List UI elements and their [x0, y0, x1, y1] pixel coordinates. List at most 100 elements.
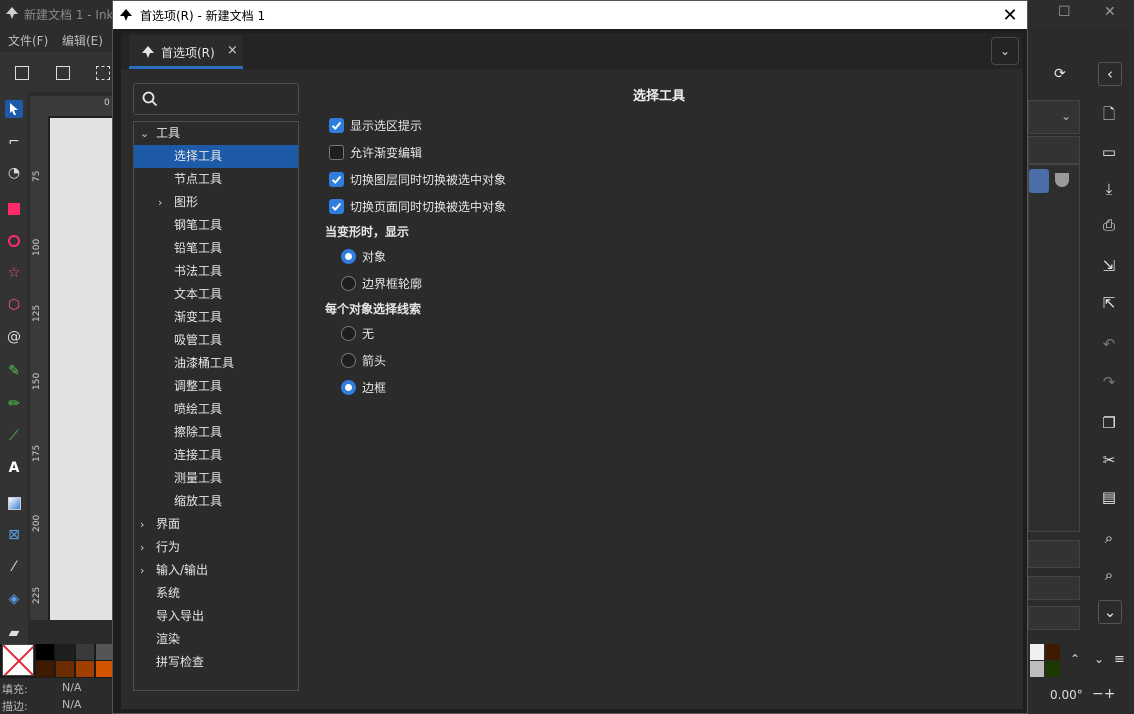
- chevron-right-icon[interactable]: ›: [140, 559, 152, 582]
- shield-icon[interactable]: [1055, 173, 1069, 187]
- tree-item[interactable]: 拼写检查: [134, 651, 298, 674]
- zoom-drawing-icon[interactable]: ⌕: [1098, 564, 1120, 586]
- 3d-box-tool-icon[interactable]: ⬡: [5, 296, 23, 314]
- tree-item[interactable]: 渐变工具: [134, 306, 298, 329]
- copy-icon[interactable]: ❐: [1098, 412, 1120, 434]
- tree-item[interactable]: 擦除工具: [134, 421, 298, 444]
- chevron-down-icon[interactable]: ⌄: [1061, 109, 1071, 123]
- chevron-down-icon[interactable]: ⌄: [140, 122, 152, 145]
- tree-item[interactable]: 油漆桶工具: [134, 352, 298, 375]
- more-commands-icon[interactable]: ⌄: [1098, 600, 1122, 624]
- ellipse-tool-icon[interactable]: [5, 232, 23, 250]
- swatch[interactable]: [76, 644, 94, 660]
- tree-item[interactable]: 铅笔工具: [134, 237, 298, 260]
- dropper-tool-icon[interactable]: ⁄: [5, 558, 23, 576]
- gradient-tool-icon[interactable]: [5, 494, 23, 512]
- radio-option[interactable]: 边界框轮廓: [341, 273, 422, 293]
- tree-item[interactable]: 渲染: [134, 628, 298, 651]
- zoom-selection-icon[interactable]: ⌕: [1098, 527, 1120, 549]
- swatch[interactable]: [36, 661, 54, 677]
- window-close-icon[interactable]: ✕: [1104, 4, 1116, 20]
- eraser-tool-icon[interactable]: ▰: [5, 624, 23, 642]
- tree-item[interactable]: 调整工具: [134, 375, 298, 398]
- pen-tool-icon[interactable]: ✎: [5, 362, 23, 380]
- checkbox-checked[interactable]: [329, 117, 344, 133]
- swatch[interactable]: [1030, 661, 1044, 677]
- tree-item[interactable]: 连接工具: [134, 444, 298, 467]
- checkbox-row[interactable]: 切换图层同时切换被选中对象: [329, 169, 506, 189]
- tree-item[interactable]: › 行为: [134, 536, 298, 559]
- radio-selected[interactable]: [341, 248, 356, 264]
- tab-menu-button[interactable]: ⌄: [991, 37, 1019, 65]
- swatch[interactable]: [1046, 644, 1060, 660]
- tree-item[interactable]: › 界面: [134, 513, 298, 536]
- swatch[interactable]: [1030, 644, 1044, 660]
- swatch[interactable]: [96, 644, 112, 660]
- tree-item[interactable]: 吸管工具: [134, 329, 298, 352]
- collapse-panel-icon[interactable]: ‹: [1098, 62, 1122, 86]
- radio-option[interactable]: 对象: [341, 246, 386, 266]
- tree-item[interactable]: 测量工具: [134, 467, 298, 490]
- tab-preferences[interactable]: 首选项(R) ×: [129, 35, 243, 69]
- radio-option[interactable]: 无: [341, 323, 374, 343]
- swatch[interactable]: [76, 661, 94, 677]
- radio-option[interactable]: 箭头: [341, 350, 386, 370]
- radio-option[interactable]: 边框: [341, 377, 386, 397]
- swatch[interactable]: [1046, 661, 1060, 677]
- checkbox-row[interactable]: 允许渐变编辑: [329, 142, 422, 162]
- tree-item[interactable]: › 图形: [134, 191, 298, 214]
- select-all-icon[interactable]: [15, 66, 29, 80]
- search-input[interactable]: [133, 83, 299, 115]
- radio-unselected[interactable]: [341, 275, 356, 291]
- no-paint-swatch[interactable]: [2, 644, 34, 676]
- swatch[interactable]: [96, 661, 112, 677]
- tree-item[interactable]: 钢笔工具: [134, 214, 298, 237]
- tree-item[interactable]: 节点工具: [134, 168, 298, 191]
- paint-bucket-tool-icon[interactable]: ◈: [5, 590, 23, 608]
- radio-unselected[interactable]: [341, 325, 356, 341]
- menu-file[interactable]: 文件(F): [8, 32, 48, 49]
- menu-edit[interactable]: 编辑(E): [62, 32, 103, 49]
- node-tool-icon[interactable]: ⌐: [5, 133, 23, 151]
- cut-icon[interactable]: ✂: [1098, 449, 1120, 471]
- menu-icon[interactable]: ≡: [1114, 652, 1125, 667]
- calligraphy-tool-icon[interactable]: ⟋: [5, 427, 23, 445]
- tree-item[interactable]: 文本工具: [134, 283, 298, 306]
- print-icon[interactable]: ⎙: [1098, 214, 1120, 236]
- tree-item[interactable]: 选择工具: [134, 145, 298, 168]
- deselect-icon[interactable]: [96, 66, 110, 80]
- checkbox-unchecked[interactable]: [329, 144, 344, 160]
- open-folder-icon[interactable]: ▭: [1098, 141, 1120, 163]
- swatch[interactable]: [36, 644, 54, 660]
- text-tool-icon[interactable]: A: [5, 459, 23, 477]
- checkbox-row[interactable]: 切换页面同时切换被选中对象: [329, 196, 506, 216]
- export-icon[interactable]: ⇱: [1098, 292, 1120, 314]
- swatch[interactable]: [56, 661, 74, 677]
- chevron-right-icon[interactable]: ›: [140, 536, 152, 559]
- tree-item[interactable]: ⌄ 工具: [134, 122, 298, 145]
- tree-item[interactable]: 喷绘工具: [134, 398, 298, 421]
- snap-toggle-icon[interactable]: ⟳: [1054, 66, 1066, 82]
- import-icon[interactable]: ⇲: [1098, 255, 1120, 277]
- chevron-right-icon[interactable]: ›: [158, 191, 170, 214]
- checkbox-row[interactable]: 显示选区提示: [329, 115, 422, 135]
- star-tool-icon[interactable]: ☆: [5, 264, 23, 282]
- selector-tool-icon[interactable]: [5, 100, 23, 118]
- redo-icon[interactable]: ↷: [1098, 371, 1120, 393]
- tree-item[interactable]: 缩放工具: [134, 490, 298, 513]
- mesh-tool-icon[interactable]: ⊠: [5, 526, 23, 544]
- pencil-tool-icon[interactable]: ✏: [5, 395, 23, 413]
- checkbox-checked[interactable]: [329, 198, 344, 214]
- dialog-close-button[interactable]: ✕: [999, 4, 1021, 26]
- tree-item[interactable]: 导入导出: [134, 605, 298, 628]
- radio-selected[interactable]: [341, 379, 356, 395]
- tab-close-icon[interactable]: ×: [227, 43, 238, 58]
- rotation-value[interactable]: 0.00°: [1050, 688, 1083, 702]
- undo-icon[interactable]: ↶: [1098, 333, 1120, 355]
- swatch[interactable]: [56, 644, 74, 660]
- spiral-tool-icon[interactable]: @: [5, 328, 23, 346]
- save-icon[interactable]: ⤓: [1098, 178, 1120, 200]
- select-all-layers-icon[interactable]: [56, 66, 70, 80]
- checkbox-checked[interactable]: [329, 171, 344, 187]
- chevron-up-icon[interactable]: ⌃: [1070, 652, 1080, 666]
